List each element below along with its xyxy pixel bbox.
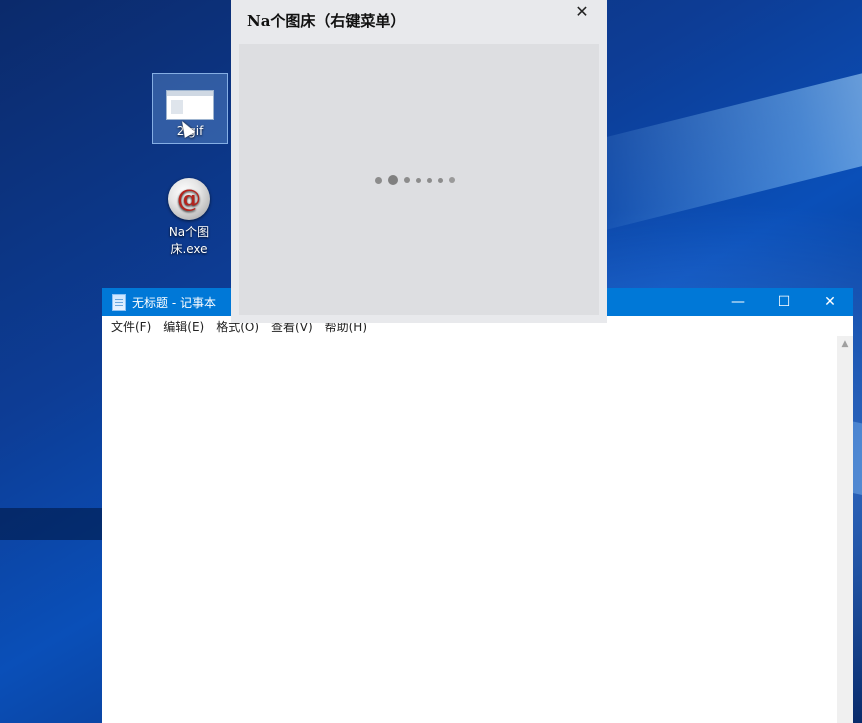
- spinner-dot: [416, 177, 421, 183]
- close-button[interactable]: ✕: [807, 288, 853, 316]
- spinner-dot: [427, 177, 432, 183]
- spinner-dot: [449, 177, 455, 183]
- notepad-title: 无标题 - 记事本: [132, 295, 216, 310]
- vertical-scrollbar[interactable]: ▲: [837, 336, 853, 723]
- spinner-dot: [375, 176, 382, 184]
- desktop-icon-na-app[interactable]: Na个图床.exe: [152, 178, 226, 258]
- minimize-button[interactable]: —: [715, 288, 761, 316]
- wallpaper-dark-band: [0, 508, 110, 540]
- gif-file-icon: [166, 90, 214, 120]
- menu-edit[interactable]: 编辑(E): [157, 318, 210, 335]
- na-image-host-dialog: Na个图床（右键菜单） ✕: [231, 0, 607, 323]
- notepad-text-area[interactable]: [102, 336, 837, 723]
- dialog-close-button[interactable]: ✕: [569, 0, 595, 24]
- notepad-icon: [112, 293, 126, 311]
- spinner-dot: [438, 177, 443, 183]
- loading-dots-spinner: [375, 174, 461, 186]
- dialog-title: Na个图床（右键菜单）: [247, 12, 406, 30]
- spinner-dot: [388, 175, 398, 185]
- debian-swirl-app-icon: [168, 178, 210, 220]
- notepad-window: 无标题 - 记事本 — ☐ ✕ 文件(F) 编辑(E) 格式(O) 查看(V) …: [102, 288, 853, 723]
- spinner-dot: [404, 177, 410, 183]
- maximize-button[interactable]: ☐: [761, 288, 807, 316]
- menu-file[interactable]: 文件(F): [105, 318, 157, 335]
- scroll-up-arrow-icon[interactable]: ▲: [837, 336, 853, 352]
- dialog-content-area: [239, 44, 599, 315]
- desktop-icon-label: Na个图床.exe: [168, 225, 210, 256]
